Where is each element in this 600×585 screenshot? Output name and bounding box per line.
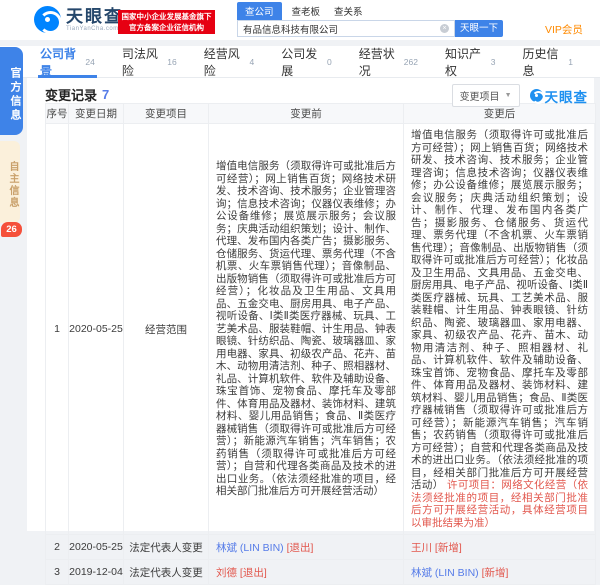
search-tab-relation[interactable]: 查关系 [334, 2, 363, 20]
tab-history-info[interactable]: 历史信息 1 [522, 46, 573, 78]
section-title: 变更记录 [45, 85, 97, 104]
person-link[interactable]: 林斌 (LIN BIN) [411, 567, 479, 579]
row3-no: 3 [46, 560, 69, 585]
search-area: 查公司 查老板 查关系 有品信息科技有限公司 × 天眼一下 [237, 6, 503, 37]
self-info-count-badge: 26 [1, 222, 22, 237]
table-row: 2 2020-05-25 法定代表人变更 林斌 (LIN BIN) [退出] 王… [46, 535, 596, 560]
row3-date: 2019-12-04 [69, 560, 124, 585]
official-info-ribbon[interactable]: 官方信息 [0, 47, 23, 135]
gov-certification-badge: 国家中小企业发展基金旗下 官方备案企业征信机构 [118, 10, 215, 34]
new-tag: [新增] [435, 542, 462, 554]
search-tab-company[interactable]: 查公司 [237, 2, 282, 20]
change-item-filter-dropdown[interactable]: 变更项目 ▼ [452, 84, 520, 107]
logo-domain-text: TianYanCha.com [66, 26, 123, 32]
top-header: 天眼查 TianYanCha.com 国家中小企业发展基金旗下 官方备案企业征信… [0, 0, 600, 40]
chevron-down-icon: ▼ [505, 92, 512, 99]
tab-judicial-risk[interactable]: 司法风险 16 [122, 46, 177, 78]
tab-company-development[interactable]: 公司发展 0 [281, 46, 332, 78]
tab-intellectual-property[interactable]: 知识产权 3 [445, 46, 496, 78]
person-link[interactable]: 林斌 (LIN BIN) [216, 542, 284, 554]
row2-item: 法定代表人变更 [124, 535, 209, 560]
exit-tag: [退出] [287, 542, 314, 554]
section-count: 7 [102, 87, 109, 102]
change-record-card: 变更记录 7 变更项目 ▼ 天眼查 序号 变更日期 变更项目 变更前 变更后 [27, 78, 594, 531]
tianyancha-logo[interactable]: 天眼查 TianYanCha.com [34, 6, 123, 33]
row1-before-scope: 增值电信服务（须取得许可或批准后方可经营）；网上销售百货；网络技术研发、技术咨询… [209, 124, 404, 535]
search-tab-boss[interactable]: 查老板 [292, 2, 321, 20]
watermark-eye-icon [530, 89, 543, 102]
row1-after-scope-text: 增值电信服务（须取得许可或批准后方可经营）；网上销售百货；网络技术研发、技术咨询… [411, 129, 588, 491]
gov-badge-line1: 国家中小企业发展基金旗下 [118, 11, 215, 22]
logo-brand-text: 天眼查 [66, 8, 123, 26]
new-tag: [新增] [482, 567, 509, 579]
row2-no: 2 [46, 535, 69, 560]
row3-after: 林斌 (LIN BIN) [新增] [404, 560, 596, 585]
tab-company-background[interactable]: 公司背景 24 [40, 46, 95, 78]
person-name: 王川 [411, 542, 432, 554]
clear-icon[interactable]: × [440, 24, 449, 33]
col-header-item: 变更项目 [124, 104, 209, 124]
self-info-ribbon[interactable]: 自主信息 [0, 141, 20, 223]
row1-date: 2020-05-25 [69, 124, 124, 535]
table-row: 3 2019-12-04 法定代表人变更 刘德 [退出] 林斌 (LIN BIN… [46, 560, 596, 585]
search-input[interactable]: 有品信息科技有限公司 × [237, 20, 455, 37]
row2-before: 林斌 (LIN BIN) [退出] [209, 535, 404, 560]
table-row: 1 2020-05-25 经营范围 增值电信服务（须取得许可或批准后方可经营）；… [46, 124, 596, 535]
tab-operation-risk[interactable]: 经营风险 4 [204, 46, 255, 78]
search-input-value: 有品信息科技有限公司 [243, 22, 338, 36]
row1-item: 经营范围 [124, 124, 209, 535]
row1-no: 1 [46, 124, 69, 535]
change-record-table: 序号 变更日期 变更项目 变更前 变更后 1 2020-05-25 经营范围 增… [45, 103, 596, 585]
tab-operation-status[interactable]: 经营状况 262 [359, 46, 418, 78]
company-nav-tabs: 公司背景 24 司法风险 16 经营风险 4 公司发展 0 经营状况 262 知… [0, 46, 600, 78]
search-button[interactable]: 天眼一下 [455, 20, 503, 37]
row1-after-scope: 增值电信服务（须取得许可或批准后方可经营）；网上销售百货；网络技术研发、技术咨询… [404, 124, 596, 535]
row3-before: 刘德 [退出] [209, 560, 404, 585]
exit-tag: [退出] [240, 567, 267, 579]
col-header-no: 序号 [46, 104, 69, 124]
gov-badge-line2: 官方备案企业征信机构 [118, 22, 215, 33]
tianyancha-eye-icon [34, 6, 61, 33]
row2-after: 王川 [新增] [404, 535, 596, 560]
col-header-date: 变更日期 [69, 104, 124, 124]
row2-date: 2020-05-25 [69, 535, 124, 560]
col-header-before: 变更前 [209, 104, 404, 124]
person-name: 刘德 [216, 567, 237, 579]
row3-item: 法定代表人变更 [124, 560, 209, 585]
vip-link[interactable]: VIP会员 [545, 22, 583, 37]
tianyancha-watermark: 天眼查 [530, 86, 589, 106]
